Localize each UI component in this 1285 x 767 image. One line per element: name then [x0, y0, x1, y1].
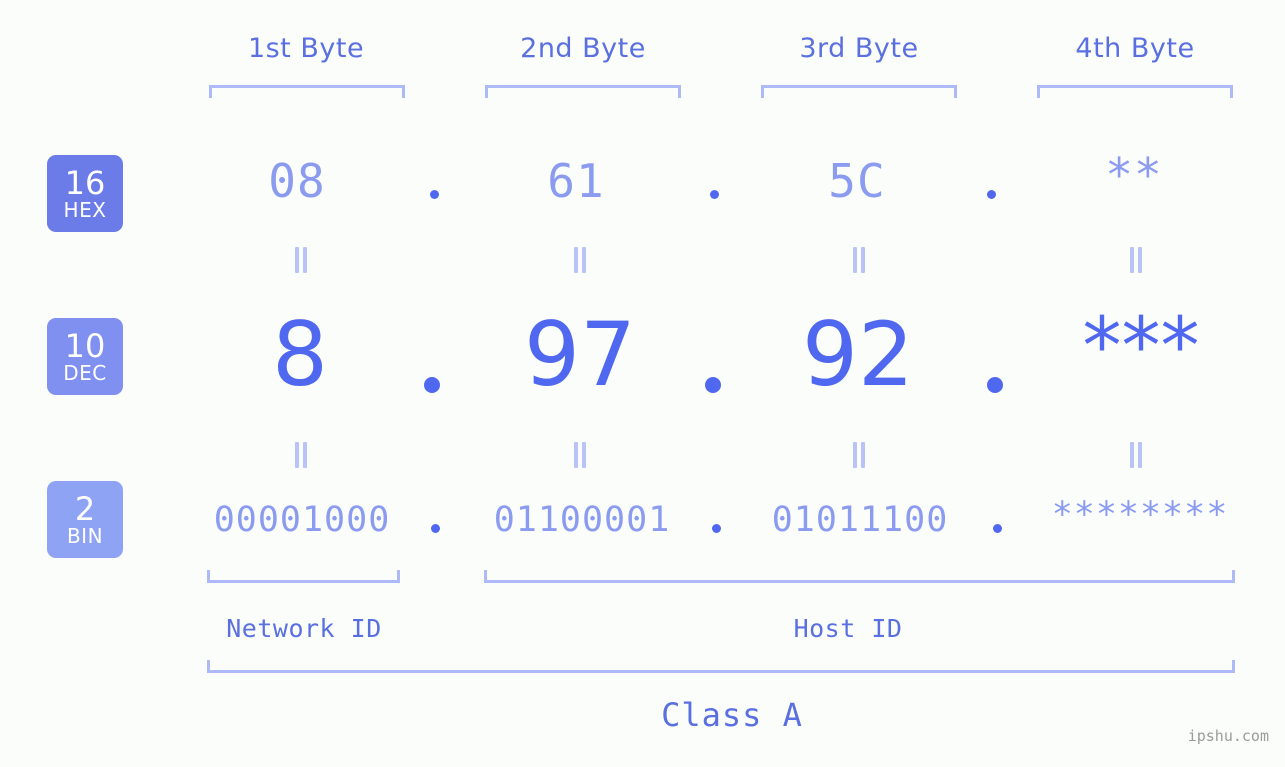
byte-bracket-3: [761, 85, 957, 98]
dec-byte-1: 8: [272, 303, 328, 406]
bin-byte-2: 01100001: [493, 500, 671, 540]
base-badge-hex-name: HEX: [63, 198, 107, 222]
base-badge-hex-number: 16: [64, 164, 106, 202]
equals-mark-hex-dec-1: [293, 247, 309, 273]
ip-address-breakdown-diagram: 1st Byte 2nd Byte 3rd Byte 4th Byte 16 H…: [0, 0, 1285, 767]
byte-header-1: 1st Byte: [247, 33, 365, 64]
equals-mark-hex-dec-4: [1128, 247, 1144, 273]
dec-byte-4: ***: [1082, 302, 1200, 392]
hex-byte-3: 5C: [828, 154, 886, 208]
equals-mark-dec-bin-3: [851, 442, 867, 468]
bin-separator-dot-1: [431, 524, 440, 533]
dec-separator-dot-1: [424, 377, 440, 393]
base-badge-bin-name: BIN: [66, 524, 104, 548]
equals-mark-dec-bin-2: [572, 442, 588, 468]
hex-separator-dot-2: [710, 190, 719, 199]
base-badge-bin-number: 2: [74, 490, 96, 528]
byte-bracket-2: [485, 85, 681, 98]
bin-byte-4: ********: [1051, 495, 1229, 535]
class-bracket: [207, 660, 1235, 673]
hex-byte-2: 61: [547, 154, 605, 208]
hex-byte-1: 08: [268, 154, 326, 208]
hex-separator-dot-3: [987, 190, 996, 199]
equals-mark-dec-bin-4: [1128, 442, 1144, 468]
host-id-label: Host ID: [793, 614, 903, 643]
base-badge-dec-number: 10: [64, 327, 106, 365]
equals-mark-hex-dec-2: [572, 247, 588, 273]
base-badge-bin: 2 BIN: [47, 481, 123, 558]
hex-separator-dot-1: [430, 190, 439, 199]
equals-mark-hex-dec-3: [851, 247, 867, 273]
byte-header-2: 2nd Byte: [520, 33, 646, 64]
dec-separator-dot-2: [705, 377, 721, 393]
watermark: ipshu.com: [1187, 727, 1269, 745]
base-badge-dec-name: DEC: [63, 361, 107, 385]
bin-byte-1: 00001000: [213, 500, 391, 540]
bin-separator-dot-3: [993, 524, 1002, 533]
bin-byte-3: 01011100: [771, 500, 949, 540]
base-badge-dec: 10 DEC: [47, 318, 123, 395]
byte-bracket-4: [1037, 85, 1233, 98]
dec-byte-3: 92: [802, 303, 914, 406]
network-id-label: Network ID: [226, 614, 382, 643]
base-badge-hex: 16 HEX: [47, 155, 123, 232]
host-id-bracket: [484, 570, 1235, 583]
equals-mark-dec-bin-1: [293, 442, 309, 468]
byte-header-3: 3rd Byte: [799, 33, 919, 64]
byte-bracket-1: [209, 85, 405, 98]
byte-header-4: 4th Byte: [1075, 33, 1195, 64]
hex-byte-4: **: [1105, 148, 1163, 202]
network-id-bracket: [207, 570, 400, 583]
class-label: Class A: [661, 696, 803, 734]
bin-separator-dot-2: [712, 524, 721, 533]
dec-byte-2: 97: [524, 303, 636, 406]
dec-separator-dot-3: [987, 377, 1003, 393]
